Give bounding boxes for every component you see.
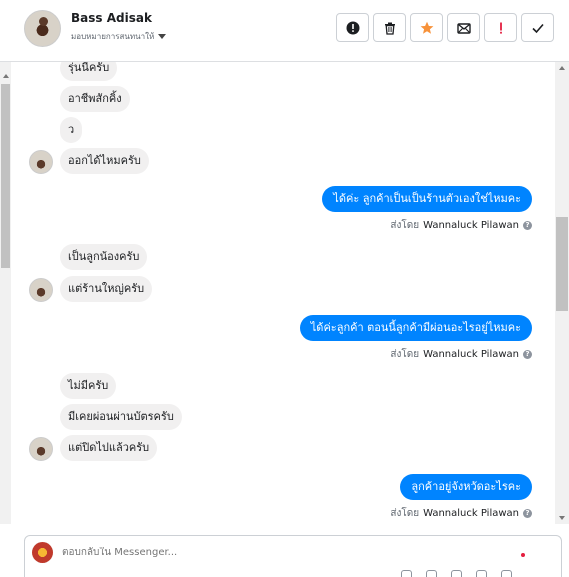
conversation-toolbar: [336, 13, 554, 42]
trash-icon: [384, 22, 395, 35]
page-avatar: [32, 542, 53, 563]
outgoing-message: ได้ค่ะลูกค้า ตอนนี้ลูกค้ามีผ่อนอะไรอยู่ไ…: [299, 315, 532, 341]
message-thread: รุ่นนี้ครับ อาชีพสักคิ้ง ว ออกได้ไหมครับ…: [0, 62, 569, 524]
contact-avatar: [29, 437, 53, 461]
help-icon[interactable]: ?: [523, 509, 532, 518]
incoming-message: ออกได้ไหมครับ: [60, 148, 149, 174]
saved-reply-icon[interactable]: [401, 570, 412, 577]
assign-conversation-dropdown[interactable]: มอบหมายการสนทนาให้: [71, 30, 167, 43]
contact-avatar[interactable]: [24, 10, 61, 47]
image-icon[interactable]: [451, 570, 462, 577]
incoming-message: รุ่นนี้ครับ: [60, 62, 118, 81]
incoming-message: อาชีพสักคิ้ง: [60, 86, 130, 112]
alert-circle-icon: [346, 21, 359, 34]
incoming-message: แต่ปิดไปแล้วครับ: [60, 435, 158, 461]
reply-composer: [24, 535, 562, 577]
mark-unread-icon: [456, 22, 471, 34]
conversation-header: Bass Adisak มอบหมายการสนทนาให้: [0, 0, 569, 62]
sent-by-agent[interactable]: Wannaluck Pilawan: [423, 349, 519, 360]
help-icon[interactable]: ?: [523, 221, 532, 230]
attachment-icon[interactable]: [426, 570, 437, 577]
mark-done-button[interactable]: [521, 13, 554, 42]
sent-by-agent[interactable]: Wannaluck Pilawan: [423, 220, 519, 231]
sent-by-prefix: ส่งโดย: [390, 220, 420, 231]
emoji-icon[interactable]: [476, 570, 487, 577]
mark-spam-button[interactable]: [336, 13, 369, 42]
contact-avatar: [29, 150, 53, 174]
incoming-message: ว: [60, 117, 83, 143]
exclamation-icon: [499, 22, 502, 34]
notification-dot: [521, 553, 525, 557]
star-button[interactable]: [410, 13, 443, 42]
contact-avatar: [29, 278, 53, 302]
composer-actions: [401, 570, 512, 577]
reply-input[interactable]: [62, 547, 462, 558]
follow-up-button[interactable]: [484, 13, 517, 42]
sent-by-prefix: ส่งโดย: [390, 349, 420, 360]
contact-name[interactable]: Bass Adisak: [71, 11, 152, 25]
chevron-down-icon: [158, 34, 167, 39]
mark-unread-button[interactable]: [447, 13, 480, 42]
assign-label: มอบหมายการสนทนาให้: [71, 32, 155, 41]
delete-button[interactable]: [373, 13, 406, 42]
outgoing-message: ลูกค้าอยู่จังหวัดอะไรคะ: [400, 474, 532, 500]
sent-by-prefix: ส่งโดย: [390, 508, 420, 519]
sent-by-label: ส่งโดย Wannaluck Pilawan ?: [390, 506, 532, 521]
outgoing-message: ได้ค่ะ ลูกค้าเป็นเป็นร้านตัวเองใช่ไหมคะ: [322, 186, 532, 212]
sent-by-label: ส่งโดย Wannaluck Pilawan ?: [390, 347, 532, 362]
gif-icon[interactable]: [501, 570, 512, 577]
star-icon: [420, 21, 433, 34]
incoming-message: เป็นลูกน้องครับ: [60, 244, 148, 270]
sent-by-label: ส่งโดย Wannaluck Pilawan ?: [390, 218, 532, 233]
check-icon: [531, 23, 544, 33]
incoming-message: มีเคยผ่อนผ่านบัตรครับ: [60, 404, 182, 430]
incoming-message: ไม่มีครับ: [60, 373, 117, 399]
incoming-message: แต่ร้านใหญ่ครับ: [60, 276, 153, 302]
help-icon[interactable]: ?: [523, 350, 532, 359]
sent-by-agent[interactable]: Wannaluck Pilawan: [423, 508, 519, 519]
